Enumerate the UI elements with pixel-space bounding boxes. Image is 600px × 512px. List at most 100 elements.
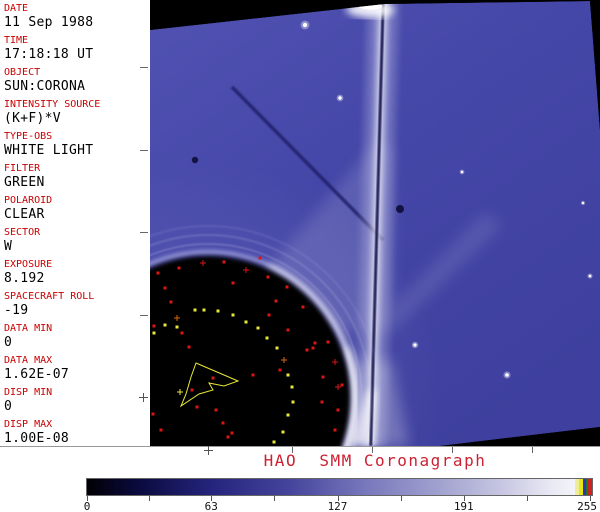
star-point (460, 170, 464, 174)
field-value: GREEN (4, 175, 45, 190)
yellow-fiducial-dot (286, 373, 290, 377)
red-fiducial-dot (305, 348, 309, 352)
metadata-field: SPACECRAFT ROLL -19 (4, 290, 150, 319)
red-fiducial-dot (214, 408, 218, 412)
red-fiducial-dot (169, 300, 173, 304)
colorbar-minor-tick (400, 496, 402, 501)
colorbar-minor-tick (274, 496, 276, 501)
metadata-field: TYPE-OBS WHITE LIGHT (4, 130, 150, 159)
field-value: 1.00E-08 (4, 431, 70, 446)
field-value: 11 Sep 1988 (4, 15, 94, 30)
red-fiducial-dot (313, 341, 317, 345)
field-value: 8.192 (4, 271, 45, 286)
red-fiducial-dot (321, 375, 325, 379)
field-value: 0 (4, 399, 13, 414)
red-fiducial-dot (156, 271, 160, 275)
yellow-fiducial-dot (193, 308, 197, 312)
field-value: 0 (4, 335, 13, 350)
yellow-fiducial-dot (202, 308, 206, 312)
yellow-fiducial-dot (291, 400, 295, 404)
field-label: DATA MAX (4, 355, 53, 366)
field-value: -19 (4, 303, 29, 318)
yellow-fiducial-dot (163, 323, 167, 327)
field-label: FILTER (4, 163, 41, 174)
red-fiducial-dot (195, 405, 199, 409)
field-value: 1.62E-07 (4, 367, 70, 382)
red-fiducial-dot (320, 400, 324, 404)
metadata-field: OBJECT SUN:CORONA (4, 66, 150, 95)
field-value: WHITE LIGHT (4, 143, 94, 158)
red-fiducial-dot (266, 275, 270, 279)
red-fiducial-dot (267, 313, 271, 317)
metadata-field: EXPOSURE 8.192 (4, 258, 150, 287)
cross-bar (143, 393, 144, 402)
yellow-fiducial-dot (275, 346, 279, 350)
red-fiducial-dot (336, 408, 340, 412)
left-fiducial-tick (140, 67, 148, 68)
red-fiducial-dot (163, 286, 167, 290)
star-point (302, 22, 308, 28)
metadata-field: POLAROID CLEAR (4, 194, 150, 223)
red-fiducial-dot (286, 328, 290, 332)
field-label: INTENSITY SOURCE (4, 99, 101, 110)
field-label: DATE (4, 3, 29, 14)
red-fiducial-dot (221, 421, 225, 425)
yellow-fiducial-dot (231, 313, 235, 317)
colorbar-minor-tick (526, 496, 528, 501)
red-fiducial-dot (326, 340, 330, 344)
yellow-fiducial-dot (265, 336, 269, 340)
page-title: HAO SMM Coronagraph (263, 451, 487, 470)
red-fiducial-dot (151, 412, 155, 416)
colorbar-end-stripe (588, 479, 592, 495)
metadata-field: DATA MIN 0 (4, 322, 150, 351)
left-fiducial-tick (140, 232, 148, 233)
left-fiducial-tick (140, 315, 148, 316)
yellow-fiducial-dot (286, 413, 290, 417)
colorbar-tick-label: 63 (204, 500, 218, 512)
star-point (505, 373, 509, 377)
coronagraph-rendering (150, 1, 600, 446)
image-baseline (0, 446, 600, 447)
red-fiducial-dot (311, 346, 315, 350)
colorbar-tick-label: 127 (327, 500, 348, 512)
field-label: DISP MIN (4, 387, 53, 398)
field-label: TIME (4, 35, 29, 46)
field-value: 17:18:18 UT (4, 47, 94, 62)
field-label: DISP MAX (4, 419, 53, 430)
field-label: SECTOR (4, 227, 41, 238)
metadata-field: DATA MAX 1.62E-07 (4, 354, 150, 383)
field-label: POLAROID (4, 195, 53, 206)
red-fiducial-dot (231, 281, 235, 285)
red-fiducial-dot (177, 266, 181, 270)
colorbar-tick-label: 255 (577, 500, 597, 512)
star-point (338, 96, 342, 100)
dark-spot (396, 205, 404, 213)
coronagraph-image (150, 0, 600, 446)
metadata-field: SECTOR W (4, 226, 150, 255)
red-fiducial-dot (187, 345, 191, 349)
field-label: TYPE-OBS (4, 131, 53, 142)
red-fiducial-dot (230, 431, 234, 435)
metadata-field: FILTER GREEN (4, 162, 150, 191)
red-fiducial-dot (251, 373, 255, 377)
field-label: OBJECT (4, 67, 41, 78)
coronagraph-viewer-window: DATE 11 Sep 1988 TIME 17:18:18 UT OBJECT SUN:… (0, 0, 600, 512)
red-fiducial-dot (180, 331, 184, 335)
red-fiducial-dot (159, 428, 163, 432)
field-value: SUN:CORONA (4, 79, 86, 94)
red-fiducial-dot (340, 383, 344, 387)
yellow-fiducial-dot (152, 331, 156, 335)
red-fiducial-dot (190, 388, 194, 392)
field-value: (K+F)*V (4, 111, 61, 126)
metadata-field: INTENSITY SOURCE (K+F)*V (4, 98, 150, 127)
field-label: SPACECRAFT ROLL (4, 291, 95, 302)
metadata-field: DISP MIN 0 (4, 386, 150, 415)
star-point (581, 201, 585, 205)
red-fiducial-dot (301, 305, 305, 309)
red-fiducial-dot (152, 324, 156, 328)
red-fiducial-dot (226, 435, 230, 439)
metadata-field: DISP MAX 1.00E-08 (4, 418, 150, 446)
colorbar-tick-label: 191 (453, 500, 474, 512)
red-fiducial-dot (274, 299, 278, 303)
star-point (413, 343, 417, 347)
